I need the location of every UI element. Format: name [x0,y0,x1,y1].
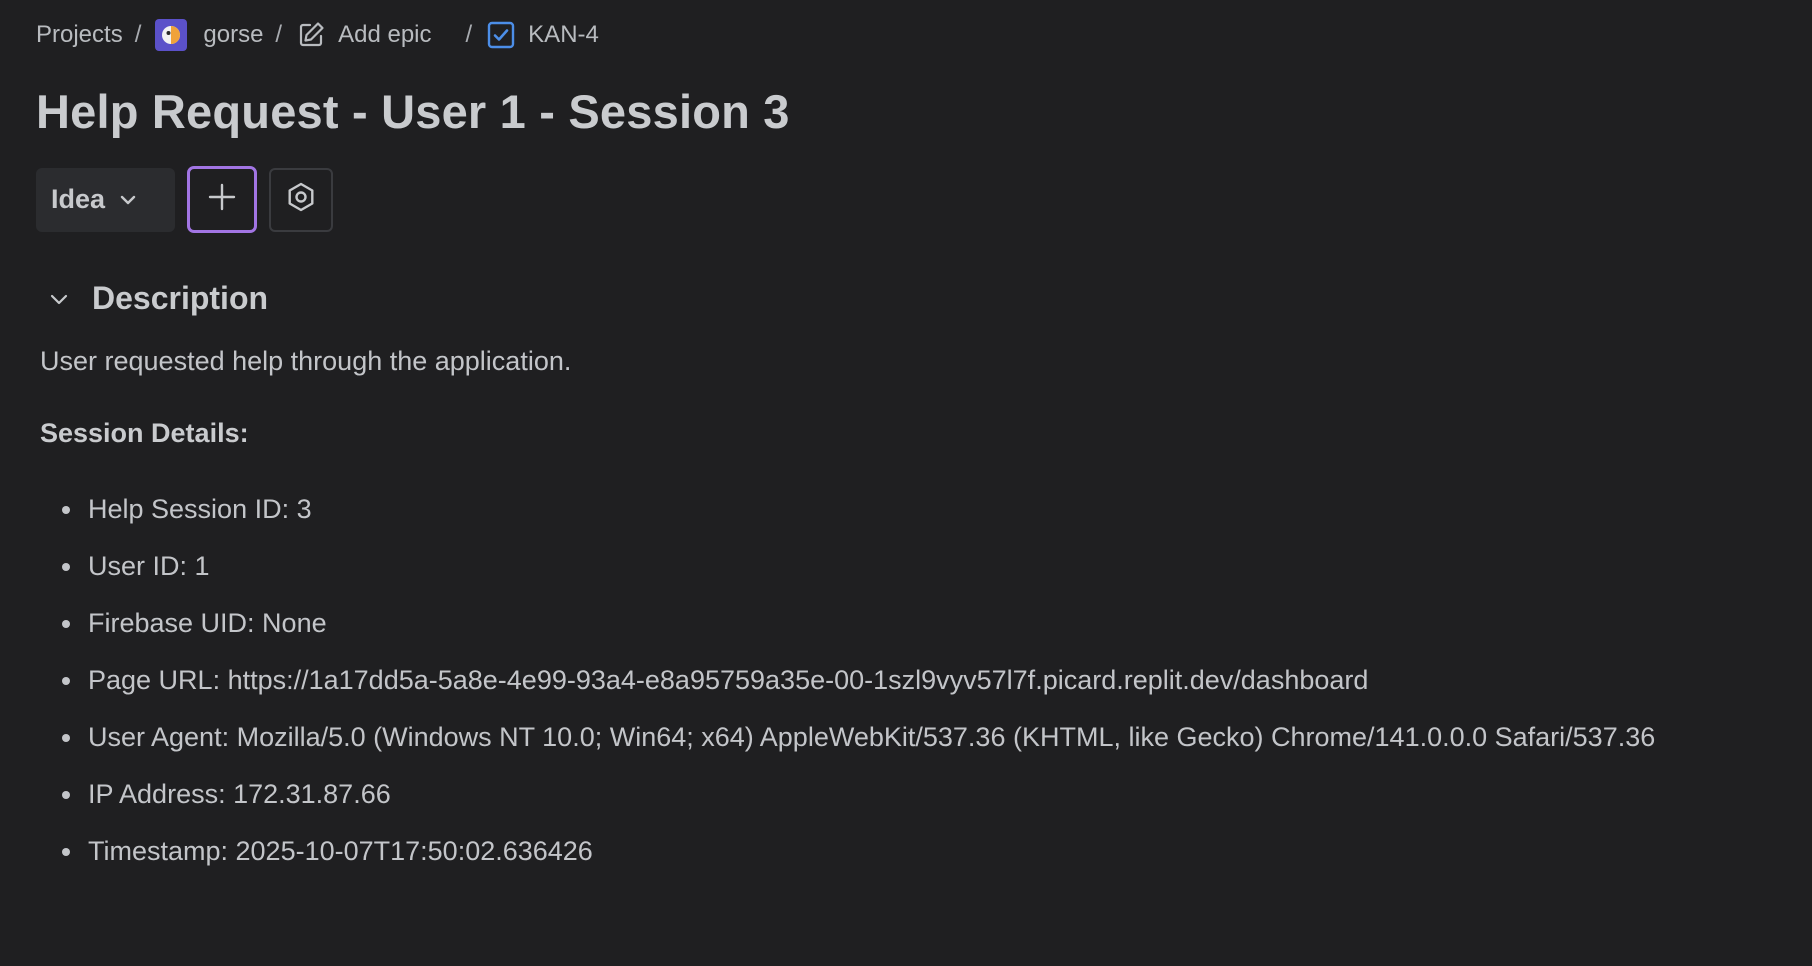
issue-title[interactable]: Help Request - User 1 - Session 3 [36,84,790,139]
list-item: User Agent: Mozilla/5.0 (Windows NT 10.0… [40,714,1688,761]
checkbox-task-icon [486,20,516,50]
add-epic-label: Add epic [338,21,432,48]
breadcrumb-separator: / [465,21,473,48]
description-toggle[interactable]: Description [44,280,268,317]
breadcrumb: Projects / gorse / Add epic / KAN-4 [36,14,599,56]
list-item: Firebase UID: None [40,600,1688,647]
chevron-down-icon [44,287,74,311]
edit-pencil-icon [296,20,326,50]
list-item: Timestamp: 2025-10-07T17:50:02.636426 [40,828,1688,875]
breadcrumb-project-name: gorse [203,21,264,48]
list-item: Page URL: https://1a17dd5a-5a8e-4e99-93a… [40,657,1688,704]
breadcrumb-projects[interactable]: Projects [36,21,123,49]
parrot-avatar-icon [155,19,188,51]
issue-page: Projects / gorse / Add epic / KAN-4 Help… [0,0,1812,966]
session-details-list: Help Session ID: 3 User ID: 1 Firebase U… [40,486,1760,875]
list-item: Help Session ID: 3 [40,486,1688,533]
session-details-heading: Session Details: [40,418,249,448]
issue-key: KAN-4 [528,21,599,48]
plus-icon [206,181,238,218]
breadcrumb-separator: / [275,21,283,48]
breadcrumb-project[interactable]: gorse [155,19,263,51]
description-body[interactable]: User requested help through the applicat… [40,340,1760,885]
list-item: IP Address: 172.31.87.66 [40,771,1688,818]
breadcrumb-issue[interactable]: KAN-4 [486,20,599,50]
description-intro: User requested help through the applicat… [40,346,572,376]
add-button[interactable] [187,166,257,233]
issue-actions: Idea [36,166,333,233]
breadcrumb-separator: / [134,21,142,48]
chevron-down-icon [117,189,139,211]
status-label: Idea [51,184,106,214]
hexagon-settings-icon [285,181,317,218]
description-heading: Description [92,280,269,316]
list-item: User ID: 1 [40,543,1688,590]
status-dropdown[interactable]: Idea [36,167,175,232]
add-epic-button[interactable]: Add epic [296,20,432,50]
settings-button[interactable] [269,167,333,232]
